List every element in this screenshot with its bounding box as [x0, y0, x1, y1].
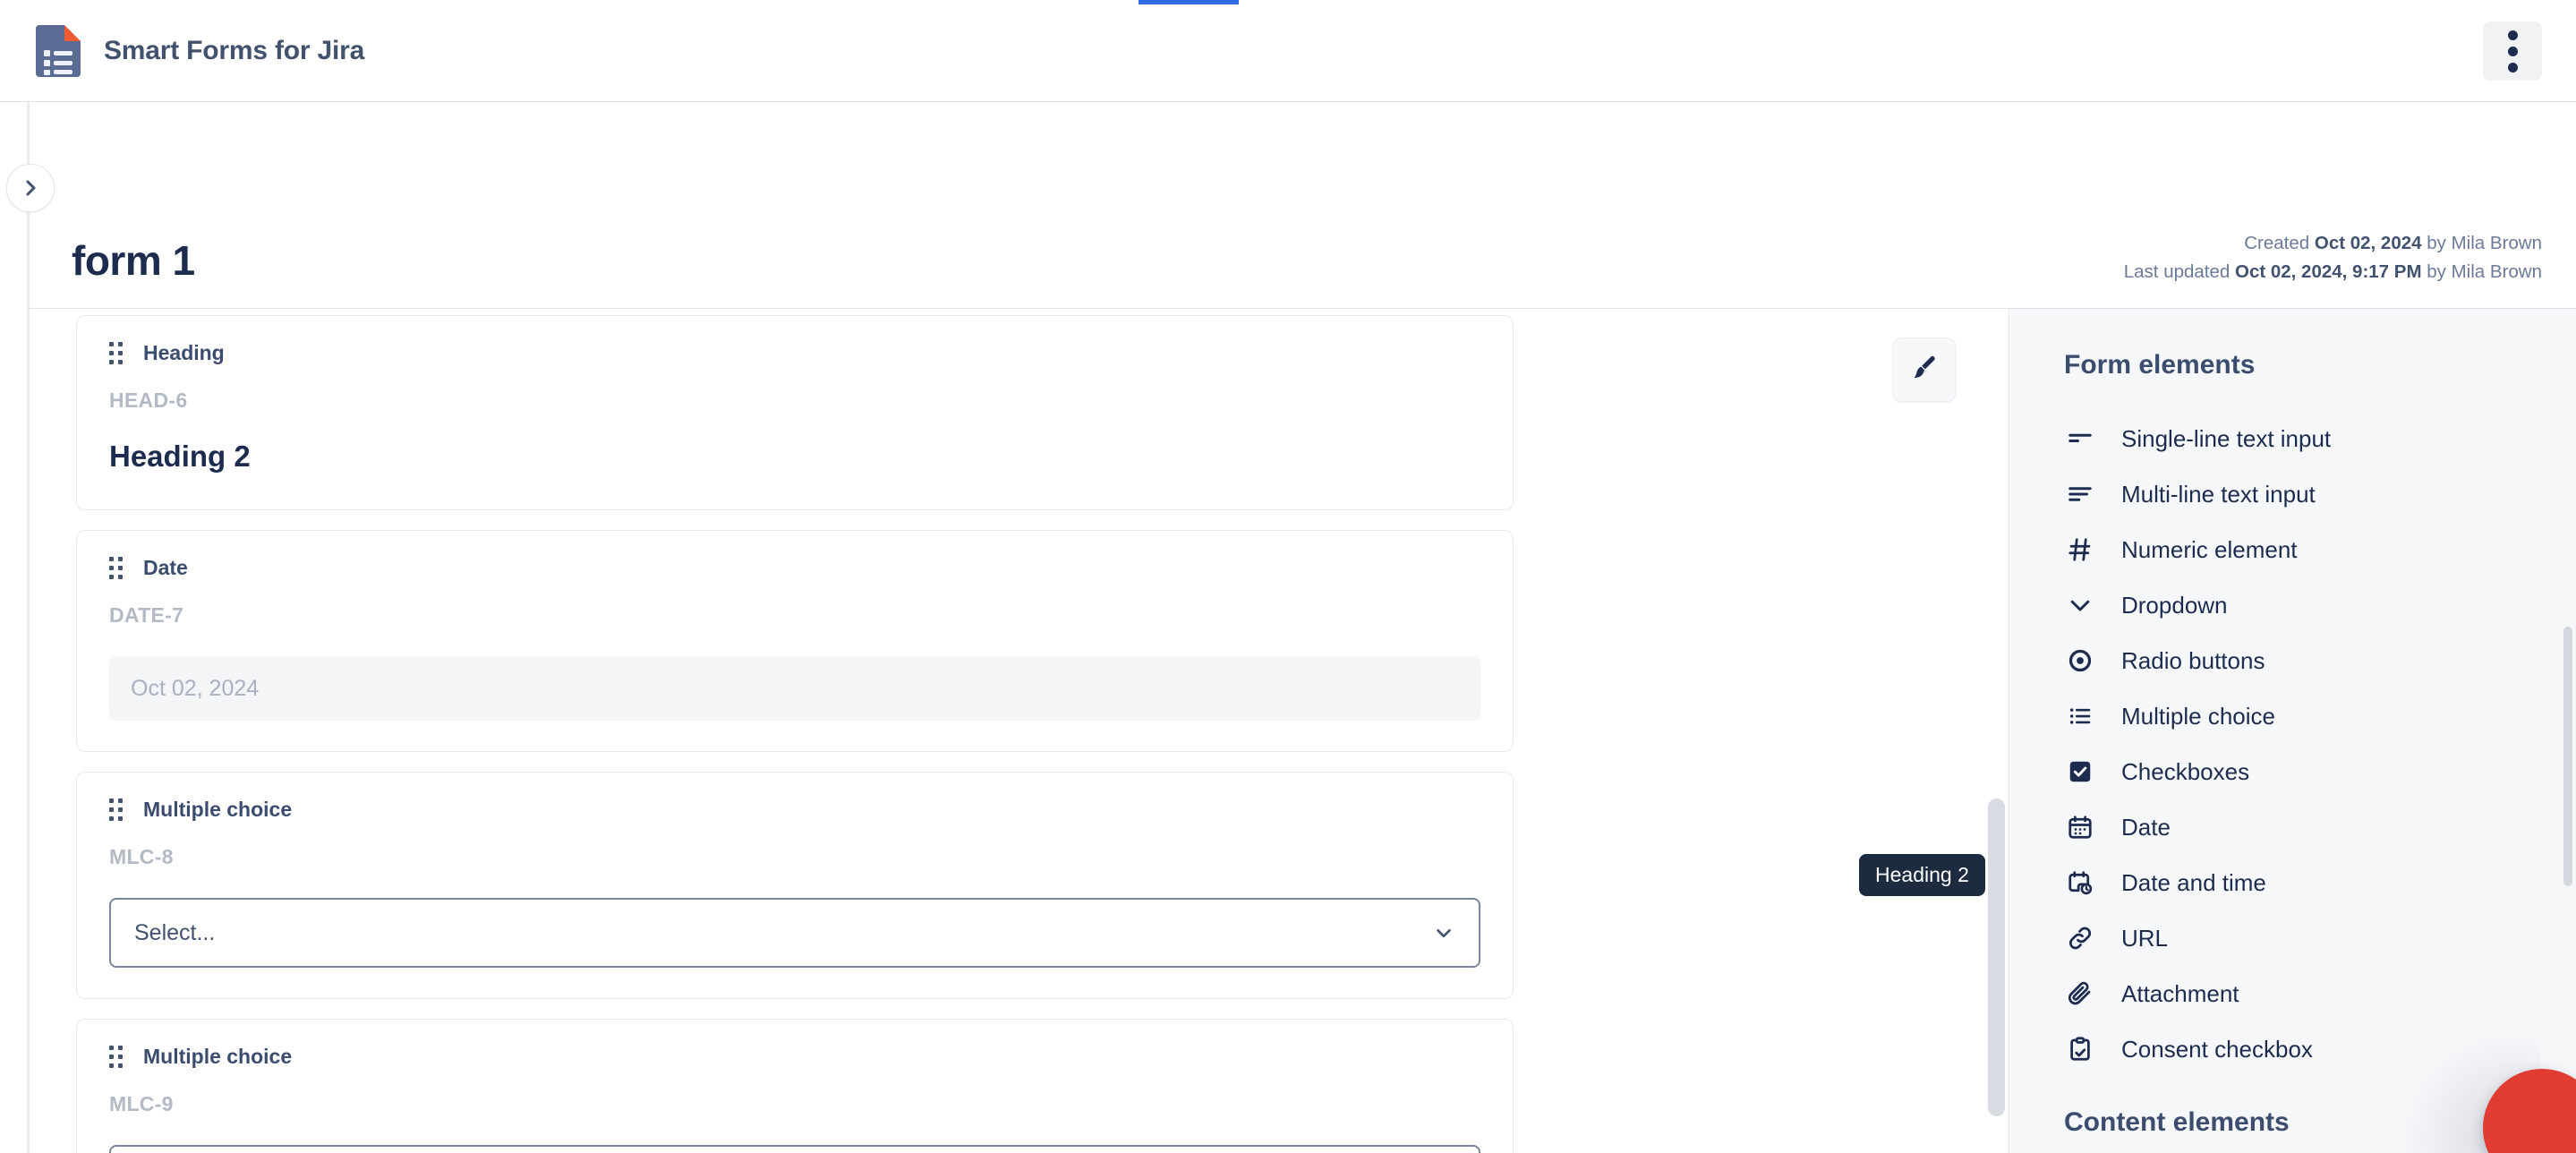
multi-line-text-icon — [2064, 478, 2096, 510]
sidebar-item-label: Multiple choice — [2121, 702, 2275, 730]
card-header: Multiple choice — [109, 798, 1480, 822]
updated-prefix: Last updated — [2123, 261, 2231, 282]
single-line-text-icon — [2064, 423, 2096, 455]
sidebar-item-label: Consent checkbox — [2121, 1035, 2313, 1063]
form-card-heading[interactable]: Heading HEAD-6 Heading 2 — [76, 315, 1514, 510]
page-title: form 1 — [72, 237, 195, 284]
created-prefix: Created — [2244, 233, 2310, 253]
form-card-multiple-choice-8[interactable]: Multiple choice MLC-8 Select... — [76, 772, 1514, 999]
form-cards-list: Heading HEAD-6 Heading 2 Date DATE-7 Oct… — [76, 315, 1514, 1153]
sidebar-item-attachment[interactable]: Attachment — [2010, 966, 2576, 1021]
card-header: Heading — [109, 341, 1480, 365]
sidebar-scrollbar-thumb[interactable] — [2563, 627, 2572, 886]
form-elements-list: Single-line text input Multi-line text i… — [2010, 411, 2576, 1077]
sidebar-item-label: Multi-line text input — [2121, 480, 2316, 508]
elements-sidebar: Form elements Single-line text input Mul… — [2010, 309, 2576, 1153]
card-code-label: DATE-7 — [109, 603, 184, 627]
created-line: Created Oct 02, 2024 by Mila Brown — [2124, 229, 2542, 258]
card-type-label: Multiple choice — [143, 798, 293, 821]
date-input-preview[interactable]: Oct 02, 2024 — [109, 656, 1480, 721]
card-type-label: Heading — [143, 341, 225, 364]
sidebar-item-label: Checkboxes — [2121, 757, 2250, 785]
top-progress-sliver — [1139, 0, 1239, 4]
heading-preview-text: Heading 2 — [109, 440, 251, 473]
card-code-label: HEAD-6 — [109, 389, 188, 412]
multiple-choice-select[interactable]: Select... — [109, 898, 1480, 968]
sidebar-item-label: Numeric element — [2121, 535, 2298, 563]
paperclip-icon — [2064, 978, 2096, 1010]
sidebar-item-date[interactable]: Date — [2010, 799, 2576, 855]
hash-icon — [2064, 534, 2096, 566]
sidebar-item-dropdown[interactable]: Dropdown — [2010, 577, 2576, 633]
chevron-down-icon — [2064, 589, 2096, 621]
sidebar-item-label: Date — [2121, 813, 2171, 841]
sidebar-item-multiple-choice[interactable]: Multiple choice — [2010, 688, 2576, 744]
sidebar-item-label: Dropdown — [2121, 591, 2228, 619]
card-type-label: Multiple choice — [143, 1045, 293, 1068]
document-list-icon — [32, 24, 84, 78]
sidebar-item-numeric-element[interactable]: Numeric element — [2010, 522, 2576, 577]
more-vertical-icon[interactable] — [2483, 21, 2542, 81]
created-by: Mila Brown — [2451, 233, 2542, 253]
app-title: Smart Forms for Jira — [104, 35, 365, 65]
kebab-dot — [2507, 62, 2518, 73]
sidebar-item-label: Radio buttons — [2121, 646, 2265, 674]
radio-button-icon — [2064, 645, 2096, 677]
form-builder-canvas: Heading HEAD-6 Heading 2 Date DATE-7 Oct… — [30, 309, 2009, 1153]
checkbox-checked-icon — [2064, 756, 2096, 788]
updated-date: Oct 02, 2024, 9:17 PM — [2235, 261, 2422, 282]
kebab-dot — [2507, 30, 2518, 40]
created-by-prefix: by — [2427, 233, 2446, 253]
card-header: Date — [109, 556, 1480, 580]
card-code-label: MLC-8 — [109, 845, 174, 868]
updated-by: Mila Brown — [2451, 261, 2542, 282]
kebab-dot — [2507, 46, 2518, 56]
app-bar: Smart Forms for Jira — [0, 0, 2576, 102]
sidebar-item-label: URL — [2121, 924, 2169, 952]
element-tooltip: Heading 2 — [1859, 854, 1985, 896]
link-icon — [2064, 922, 2096, 954]
calendar-icon — [2064, 811, 2096, 843]
sidebar-item-checkboxes[interactable]: Checkboxes — [2010, 744, 2576, 799]
clipboard-check-icon — [2064, 1033, 2096, 1065]
select-placeholder: Select... — [134, 919, 216, 945]
sidebar-item-single-line-text-input[interactable]: Single-line text input — [2010, 411, 2576, 466]
canvas-scrollbar-thumb[interactable] — [1988, 799, 2005, 1116]
card-header: Multiple choice — [109, 1045, 1480, 1069]
created-date: Oct 02, 2024 — [2314, 233, 2422, 253]
card-type-label: Date — [143, 556, 188, 579]
drag-handle-icon[interactable] — [109, 341, 124, 365]
updated-by-prefix: by — [2427, 261, 2446, 282]
paint-brush-icon — [1909, 353, 1940, 388]
updated-line: Last updated Oct 02, 2024, 9:17 PM by Mi… — [2124, 258, 2542, 286]
drag-handle-icon[interactable] — [109, 556, 124, 580]
app-bar-left: Smart Forms for Jira — [0, 24, 364, 78]
sidebar-item-label: Date and time — [2121, 868, 2266, 896]
drag-handle-icon[interactable] — [109, 798, 124, 822]
drag-handle-icon[interactable] — [109, 1045, 124, 1069]
form-card-date[interactable]: Date DATE-7 Oct 02, 2024 — [76, 530, 1514, 752]
multiple-choice-select[interactable] — [109, 1145, 1480, 1153]
theme-brush-button[interactable] — [1893, 337, 1956, 402]
list-icon — [2064, 700, 2096, 732]
page-header: form 1 Created Oct 02, 2024 by Mila Brow… — [0, 102, 2576, 414]
sidebar-item-url[interactable]: URL — [2010, 910, 2576, 966]
card-code-label: MLC-9 — [109, 1092, 174, 1115]
app-root: Smart Forms for Jira form 1 Created Oct … — [0, 0, 2576, 1153]
form-elements-title: Form elements — [2064, 350, 2256, 380]
sidebar-item-label: Attachment — [2121, 979, 2239, 1007]
form-metadata: Created Oct 02, 2024 by Mila Brown Last … — [2124, 229, 2542, 286]
sidebar-item-date-and-time[interactable]: Date and time — [2010, 855, 2576, 910]
calendar-clock-icon — [2064, 867, 2096, 899]
sidebar-item-label: Single-line text input — [2121, 424, 2332, 452]
sidebar-item-multi-line-text-input[interactable]: Multi-line text input — [2010, 466, 2576, 522]
date-input-placeholder: Oct 02, 2024 — [131, 675, 260, 701]
chevron-down-icon — [1432, 921, 1455, 944]
form-card-multiple-choice-9[interactable]: Multiple choice MLC-9 — [76, 1019, 1514, 1153]
sidebar-item-consent-checkbox[interactable]: Consent checkbox — [2010, 1021, 2576, 1077]
sidebar-item-radio-buttons[interactable]: Radio buttons — [2010, 633, 2576, 688]
